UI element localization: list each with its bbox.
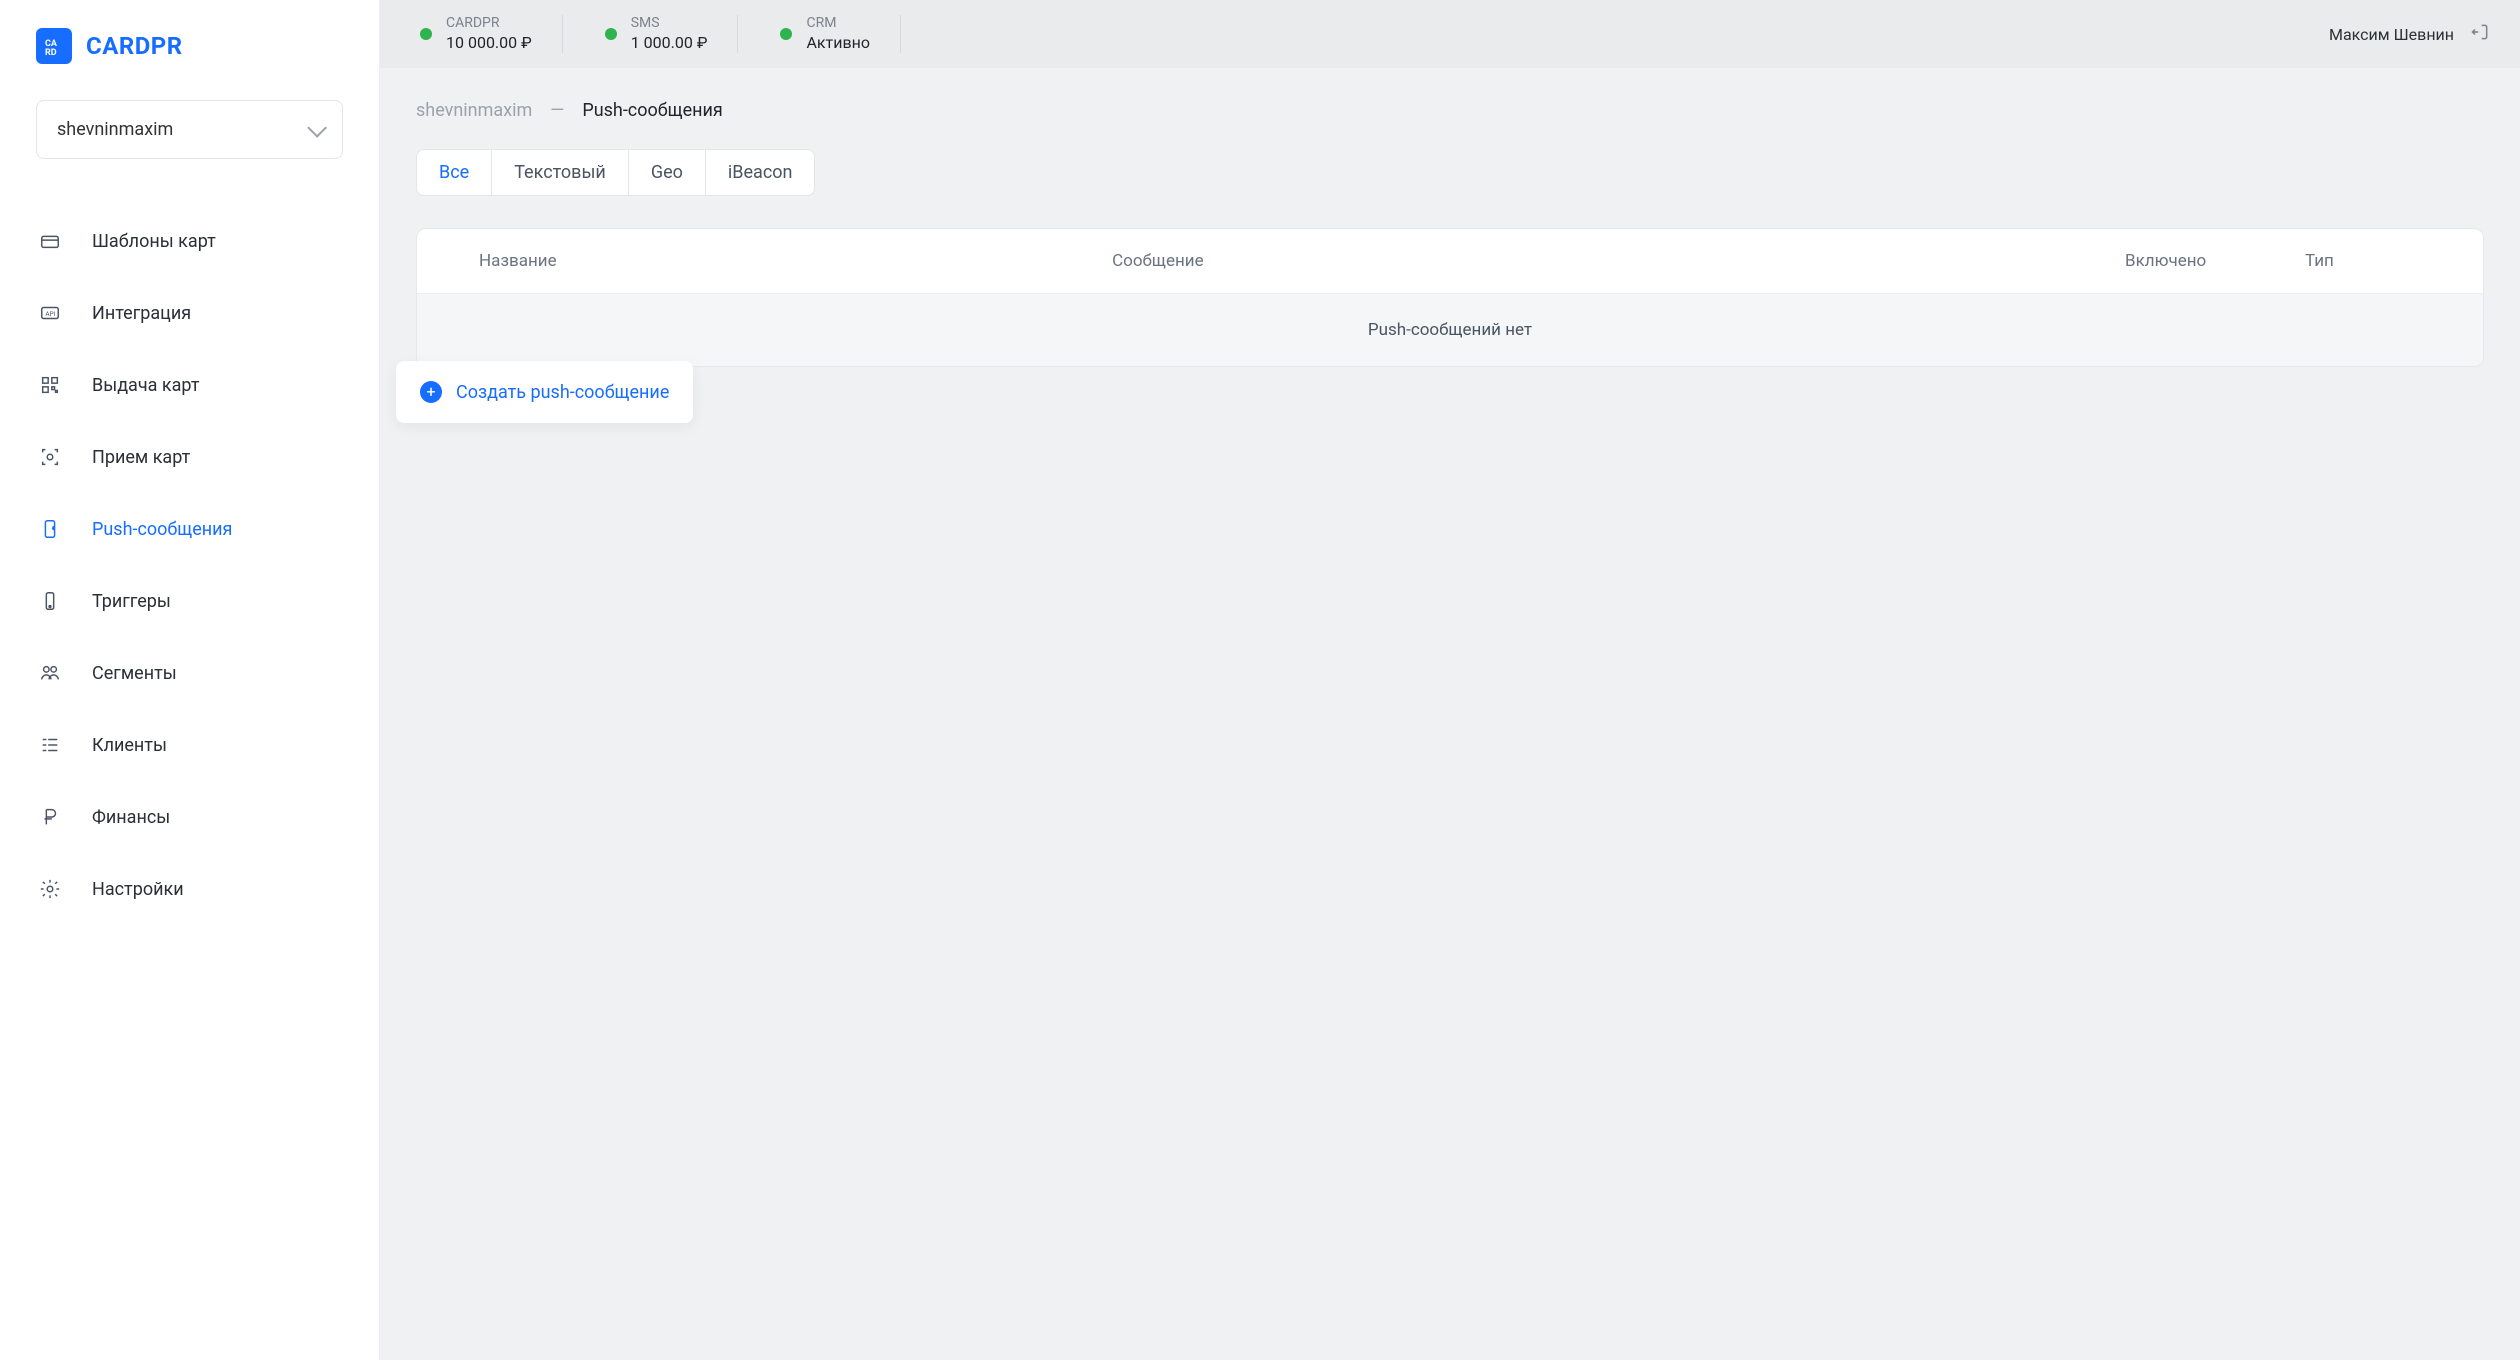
sidebar-item-accept[interactable]: Прием карт [0,421,379,493]
sidebar-nav: Шаблоны карт API Интеграция Выдача карт … [0,195,379,925]
logo-mark-icon: CA RD [36,28,72,64]
sidebar-item-label: Клиенты [92,735,167,756]
sidebar-item-finance[interactable]: Финансы [0,781,379,853]
settings-icon [38,877,62,901]
breadcrumb-current: Push-сообщения [582,100,722,121]
sidebar-item-label: Настройки [92,879,184,900]
status-sms: SMS 1 000.00 ₽ [605,15,739,53]
status-value: 10 000.00 ₽ [446,33,532,53]
status-dot-icon [605,28,617,40]
sidebar-item-segments[interactable]: Сегменты [0,637,379,709]
logo[interactable]: CA RD CARDPR [0,28,379,100]
tab-text[interactable]: Текстовый [492,150,629,195]
sidebar-item-label: Прием карт [92,447,190,468]
scan-icon [38,445,62,469]
main: CARDPR 10 000.00 ₽ SMS 1 000.00 ₽ CRM Ак… [380,0,2520,1360]
qr-icon [38,373,62,397]
table-header: Название Сообщение Включено Тип [417,229,2483,294]
tabs: Все Текстовый Geo iBeacon [416,149,815,196]
tab-ibeacon[interactable]: iBeacon [706,150,815,195]
sidebar-item-settings[interactable]: Настройки [0,853,379,925]
breadcrumb: shevninmaxim — Push-сообщения [416,100,2484,121]
sidebar-item-label: Триггеры [92,591,171,612]
status-label: SMS [631,15,708,33]
user-name: Максим Шевнин [2329,25,2454,44]
breadcrumb-sep: — [550,100,564,121]
user-block[interactable]: Максим Шевнин [2329,22,2490,46]
clients-icon [38,733,62,757]
status-dot-icon [420,28,432,40]
col-type: Тип [2305,251,2465,271]
status-value: Активно [806,33,870,53]
account-selected-label: shevninmaxim [57,119,173,140]
status-value: 1 000.00 ₽ [631,33,708,53]
logout-icon[interactable] [2470,22,2490,46]
sidebar-item-label: Сегменты [92,663,177,684]
status-label: CRM [806,15,870,33]
create-push-button[interactable]: + Создать push-сообщение [396,361,693,423]
api-icon: API [38,301,62,325]
account-select[interactable]: shevninmaxim [36,100,343,159]
create-push-label: Создать push-сообщение [456,382,669,403]
status-crm: CRM Активно [780,15,901,53]
topbar: CARDPR 10 000.00 ₽ SMS 1 000.00 ₽ CRM Ак… [380,0,2520,68]
svg-text:API: API [45,310,55,318]
sidebar: CA RD CARDPR shevninmaxim Шаблоны карт A… [0,0,380,1360]
sidebar-item-templates[interactable]: Шаблоны карт [0,205,379,277]
sidebar-item-triggers[interactable]: Триггеры [0,565,379,637]
col-enabled: Включено [2125,251,2305,271]
sidebar-item-label: Финансы [92,807,170,828]
plus-circle-icon: + [420,381,442,403]
logo-text: CARDPR [86,32,183,60]
status-dot-icon [780,28,792,40]
col-name: Название [479,251,1112,271]
tab-geo[interactable]: Geo [629,150,706,195]
tab-all[interactable]: Все [417,150,492,195]
col-message: Сообщение [1112,251,2125,271]
chevron-down-icon [307,117,327,137]
trigger-icon [38,589,62,613]
push-icon [38,517,62,541]
status-label: CARDPR [446,15,532,33]
table-panel: Название Сообщение Включено Тип Push-соо… [416,228,2484,367]
sidebar-item-issue[interactable]: Выдача карт [0,349,379,421]
content: shevninmaxim — Push-сообщения Все Тексто… [380,68,2520,461]
breadcrumb-root[interactable]: shevninmaxim [416,100,532,121]
svg-text:RD: RD [45,48,57,58]
sidebar-item-integration[interactable]: API Интеграция [0,277,379,349]
status-cardpr: CARDPR 10 000.00 ₽ [420,15,563,53]
sidebar-item-label: Интеграция [92,303,191,324]
segments-icon [38,661,62,685]
sidebar-item-label: Выдача карт [92,375,199,396]
sidebar-item-clients[interactable]: Клиенты [0,709,379,781]
card-icon [38,229,62,253]
finance-icon [38,805,62,829]
sidebar-item-label: Шаблоны карт [92,231,216,252]
sidebar-item-push[interactable]: Push-сообщения [0,493,379,565]
sidebar-item-label: Push-сообщения [92,519,232,540]
table-empty: Push-сообщений нет [417,294,2483,366]
